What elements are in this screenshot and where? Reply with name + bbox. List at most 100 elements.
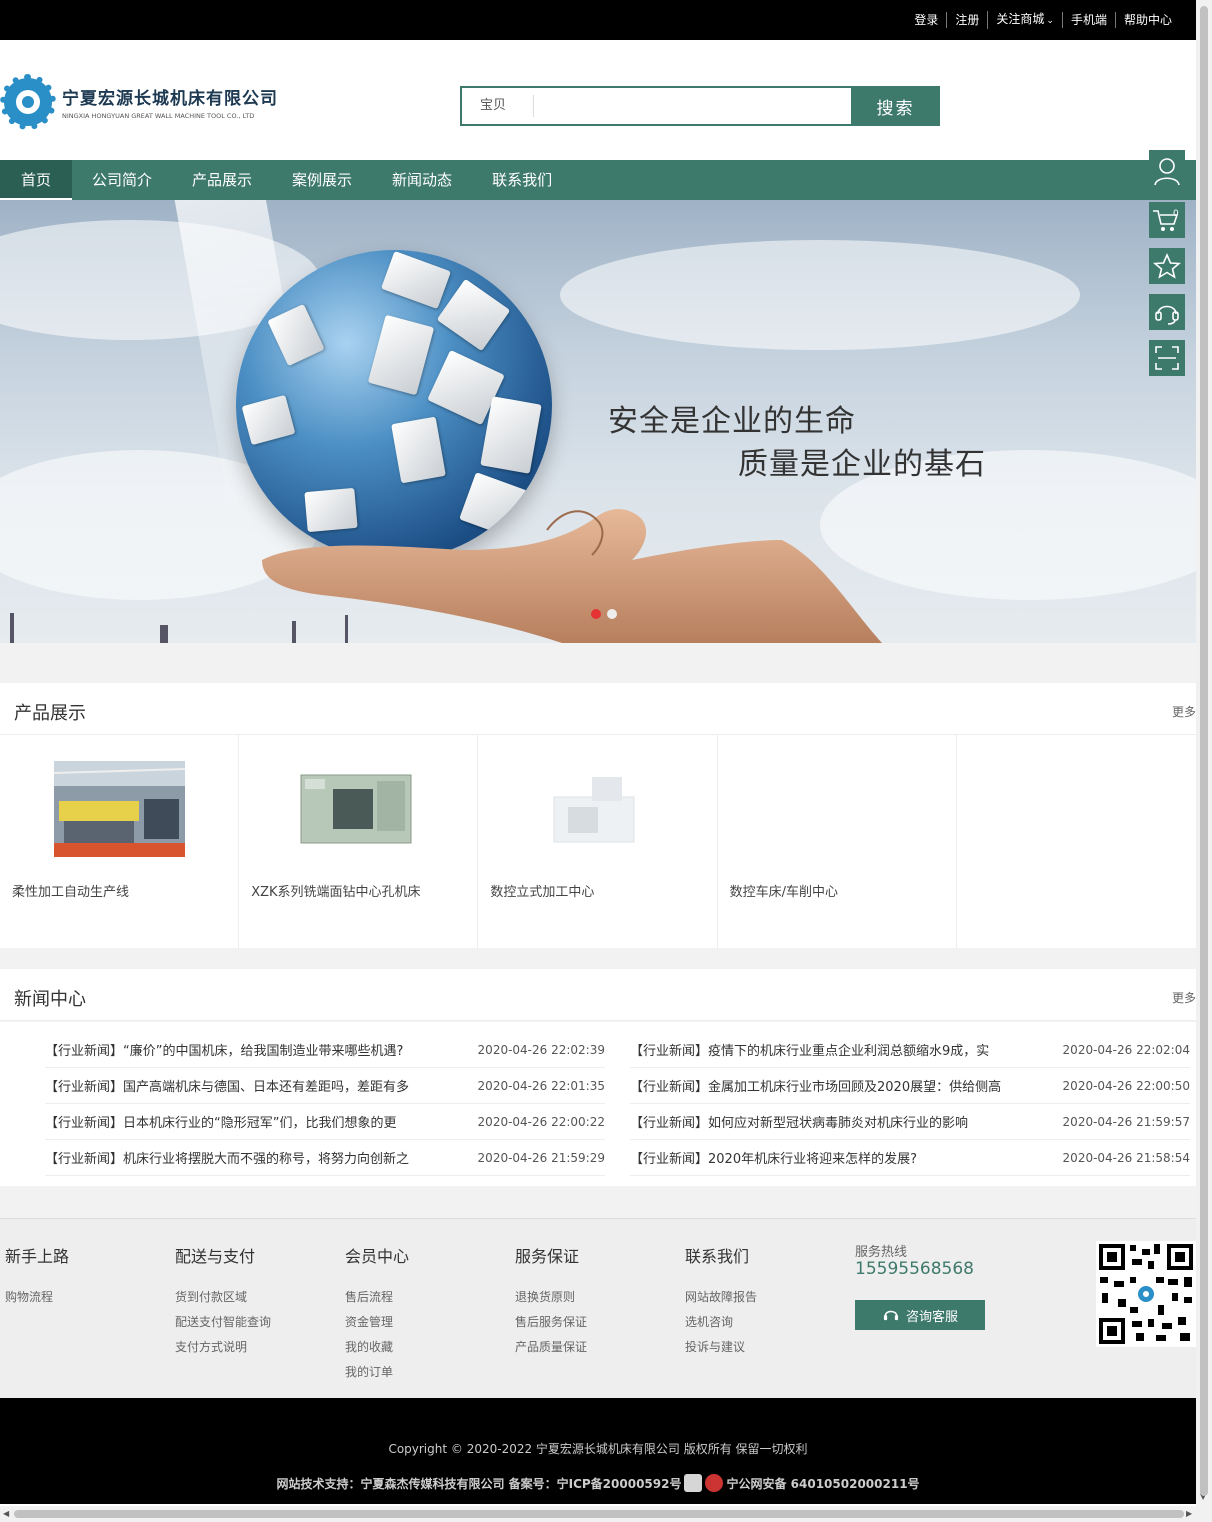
icp-link[interactable]: 网站技术支持：宁夏森杰传媒科技有限公司 备案号：宁ICP备20000592号 (276, 1475, 681, 1492)
consult-button[interactable]: 咨询客服 (855, 1300, 985, 1330)
footer-link[interactable]: 我的订单 (345, 1360, 409, 1385)
help-center-link[interactable]: 帮助中心 (1114, 12, 1180, 28)
user-button[interactable] (1149, 150, 1185, 192)
scroll-left-icon[interactable]: ◀ (3, 1509, 9, 1518)
register-link[interactable]: 注册 (946, 12, 987, 28)
products-more-link[interactable]: 更多 (1172, 703, 1196, 720)
vertical-scroll-thumb[interactable] (1200, 6, 1208, 1496)
footer-link[interactable]: 网站故障报告 (685, 1285, 757, 1310)
footer: 新手上路 购物流程 配送与支付 货到付款区域 配送支付智能查询 支付方式说明 会… (0, 1218, 1196, 1398)
footer-link[interactable]: 配送支付智能查询 (175, 1310, 271, 1335)
scroll-right-icon[interactable]: ▶ (1186, 1509, 1192, 1518)
carousel-dot-2[interactable] (607, 609, 617, 619)
news-item[interactable]: 【行业新闻】疫情下的机床行业重点企业利润总额缩水9成，实 2020-04-26 2… (630, 1032, 1190, 1068)
product-card[interactable]: XZK系列铣端面钻中心孔机床 (239, 735, 479, 948)
news-item[interactable]: 【行业新闻】日本机床行业的“隐形冠军”们，比我们想象的更 2020-04-26 2… (45, 1104, 605, 1140)
hand-image (262, 508, 882, 643)
login-link[interactable]: 登录 (906, 12, 946, 28)
product-card[interactable]: 数控立式加工中心 (478, 735, 718, 948)
headset-icon (883, 1310, 899, 1321)
product-card[interactable]: 柔性加工自动生产线 (0, 735, 240, 948)
footer-column-title: 新手上路 (5, 1247, 70, 1266)
footer-link[interactable]: 退换货原则 (515, 1285, 587, 1310)
product-name: 数控车床/车削中心 (729, 885, 838, 900)
nav-products[interactable]: 产品展示 (172, 160, 272, 200)
product-card[interactable]: 数控车床/车削中心 (718, 735, 957, 948)
news-item[interactable]: 【行业新闻】如何应对新型冠状病毒肺炎对机床行业的影响 2020-04-26 21:… (630, 1104, 1190, 1140)
product-name: 数控立式加工中心 (490, 885, 595, 900)
news-header: 新闻中心 更多 (0, 969, 1196, 1021)
product-name: 柔性加工自动生产线 (12, 885, 130, 900)
footer-link[interactable]: 购物流程 (5, 1285, 69, 1310)
footer-link[interactable]: 售后流程 (345, 1285, 409, 1310)
search-input[interactable] (534, 91, 851, 121)
news-item[interactable]: 【行业新闻】金属加工机床行业市场回顾及2020展望：供给侧高 2020-04-26… (630, 1068, 1190, 1104)
vertical-scrollbar[interactable]: ▼ (1196, 0, 1212, 1506)
cart-button[interactable]: 0 (1149, 202, 1185, 238)
nav-contact[interactable]: 联系我们 (472, 160, 572, 200)
filing-info: 网站技术支持：宁夏森杰传媒科技有限公司 备案号：宁ICP备20000592号 宁… (0, 1474, 1196, 1492)
public-security-link[interactable]: 宁公网安备 64010502000211号 (726, 1475, 919, 1492)
footer-link[interactable]: 选机咨询 (685, 1310, 757, 1335)
customer-service-button[interactable] (1149, 294, 1185, 330)
footer-column-service: 服务保证 退换货原则 售后服务保证 产品质量保证 (515, 1243, 587, 1360)
news-item-date: 2020-04-26 21:58:54 (1062, 1150, 1190, 1165)
logo[interactable]: 宁夏宏源长城机床有限公司 NINGXIA HONGYUAN GREAT WALL… (0, 74, 278, 130)
nav-home[interactable]: 首页 (0, 160, 72, 200)
hotline-number: 15595568568 (855, 1259, 974, 1279)
scan-icon (1155, 346, 1179, 370)
follow-mall-link[interactable]: 关注商城 ⌄ (987, 11, 1062, 29)
footer-link[interactable]: 售后服务保证 (515, 1310, 587, 1335)
products-title: 产品展示 (14, 703, 86, 724)
banner-slogan-1: 安全是企业的生命 (608, 404, 856, 439)
product-card-empty (957, 735, 1196, 948)
news-item-date: 2020-04-26 21:59:29 (477, 1150, 605, 1165)
search-bar: 宝贝 搜索 (460, 86, 940, 126)
footer-column-delivery: 配送与支付 货到付款区域 配送支付智能查询 支付方式说明 (175, 1243, 271, 1360)
news-item-date: 2020-04-26 22:02:39 (477, 1042, 605, 1057)
news-item-title: 【行业新闻】“廉价”的中国机床，给我国制造业带来哪些机遇? (45, 1044, 404, 1059)
footer-link[interactable]: 产品质量保证 (515, 1335, 587, 1360)
carousel-dot-1[interactable] (591, 609, 601, 619)
favorites-button[interactable] (1149, 248, 1185, 284)
footer-column-title: 配送与支付 (175, 1247, 256, 1266)
product-image (532, 761, 664, 857)
news-more-link[interactable]: 更多 (1172, 989, 1196, 1006)
hotline-label: 服务热线 (855, 1245, 908, 1260)
footer-link[interactable]: 投诉与建议 (685, 1335, 757, 1360)
news-item[interactable]: 【行业新闻】2020年机床行业将迎来怎样的发展? 2020-04-26 21:58… (630, 1140, 1190, 1176)
scan-button[interactable] (1149, 340, 1185, 376)
cloud (560, 240, 1080, 350)
user-icon (1154, 158, 1180, 186)
copyright-bar: Copyright © 2020-2022 宁夏宏源长城机床有限公司 版权所有 … (0, 1398, 1196, 1504)
news-item[interactable]: 【行业新闻】国产高端机床与德国、日本还有差距吗，差距有多 2020-04-26 2… (45, 1068, 605, 1104)
search-scope-select[interactable]: 宝贝 (462, 95, 534, 117)
footer-link[interactable]: 货到付款区域 (175, 1285, 271, 1310)
chevron-down-icon: ⌄ (1046, 16, 1054, 26)
news-item-date: 2020-04-26 22:02:04 (1062, 1042, 1190, 1057)
horizontal-scrollbar[interactable]: ◀ ▶ (0, 1506, 1212, 1522)
news-list: 【行业新闻】“廉价”的中国机床，给我国制造业带来哪些机遇? 2020-04-26 … (0, 1022, 1196, 1186)
horizontal-scroll-thumb[interactable] (14, 1510, 1184, 1518)
news-item-date: 2020-04-26 22:00:22 (477, 1114, 605, 1129)
side-toolbar: 0 (1149, 150, 1185, 386)
cart-count: 0 (1173, 209, 1179, 219)
footer-link[interactable]: 资金管理 (345, 1310, 409, 1335)
footer-link[interactable]: 我的收藏 (345, 1335, 409, 1360)
news-item-title: 【行业新闻】疫情下的机床行业重点企业利润总额缩水9成，实 (630, 1044, 990, 1059)
footer-link[interactable]: 支付方式说明 (175, 1335, 271, 1360)
nav-news[interactable]: 新闻动态 (372, 160, 472, 200)
mobile-link[interactable]: 手机端 (1061, 12, 1115, 28)
nav-about[interactable]: 公司简介 (72, 160, 172, 200)
gear-logo-icon (0, 74, 56, 130)
news-item[interactable]: 【行业新闻】机床行业将摆脱大而不强的称号，将努力向创新之 2020-04-26 2… (45, 1140, 605, 1176)
city-silhouette (10, 613, 14, 643)
footer-column-title: 服务保证 (515, 1247, 580, 1266)
police-badge-icon (705, 1474, 724, 1492)
search-box: 宝贝 (460, 86, 851, 126)
nav-cases[interactable]: 案例展示 (272, 160, 372, 200)
news-item[interactable]: 【行业新闻】“廉价”的中国机床，给我国制造业带来哪些机遇? 2020-04-26 … (45, 1032, 605, 1068)
search-button[interactable]: 搜索 (851, 86, 940, 126)
hero-banner[interactable]: 安全是企业的生命 质量是企业的基石 (0, 200, 1196, 643)
news-item-title: 【行业新闻】国产高端机床与德国、日本还有差距吗，差距有多 (45, 1080, 410, 1095)
